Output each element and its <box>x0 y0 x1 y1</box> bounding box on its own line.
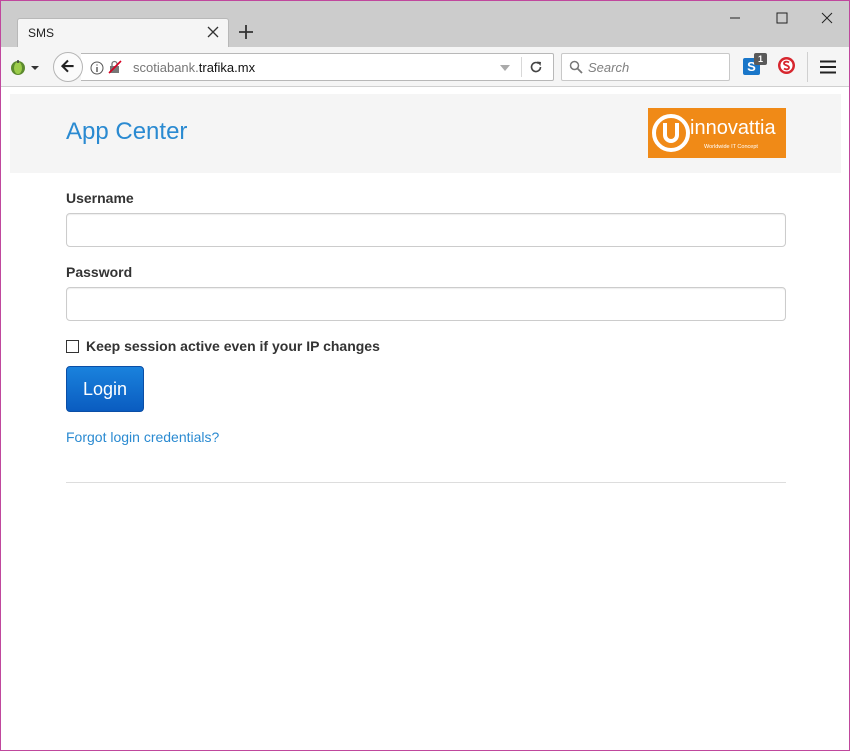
maximize-icon[interactable] <box>771 7 793 29</box>
plus-icon[interactable] <box>237 23 255 41</box>
insecure-lock-icon[interactable] <box>108 60 122 74</box>
extension-button[interactable]: S 1 <box>743 53 769 77</box>
keep-session-row[interactable]: Keep session active even if your IP chan… <box>66 338 466 356</box>
search-placeholder: Search <box>588 60 630 75</box>
browser-window: SMS scotiabank.trafika.mx Search S 1 App… <box>0 0 850 751</box>
reload-icon[interactable] <box>528 59 544 75</box>
divider <box>66 482 786 483</box>
url-prefix: scotiabank. <box>133 60 199 75</box>
close-icon[interactable] <box>206 25 220 39</box>
minimize-icon[interactable] <box>724 7 746 29</box>
keep-session-checkbox[interactable] <box>66 340 79 353</box>
password-input[interactable] <box>66 287 786 321</box>
chevron-down-icon[interactable] <box>499 63 511 73</box>
back-button[interactable] <box>53 52 83 82</box>
tab-sms[interactable]: SMS <box>17 18 229 48</box>
divider <box>807 52 808 82</box>
keep-session-label[interactable]: Keep session active even if your IP chan… <box>86 338 380 354</box>
innovattia-logo: innovattia Worldwide IT Concept <box>648 108 786 158</box>
hamburger-menu-icon[interactable] <box>819 59 837 75</box>
red-extension-icon[interactable] <box>777 56 796 75</box>
divider <box>521 57 522 77</box>
url-host: trafika.mx <box>198 60 256 75</box>
username-label: Username <box>66 190 134 206</box>
search-bar[interactable]: Search <box>561 53 730 81</box>
login-button[interactable]: Login <box>66 366 144 412</box>
innovattia-logo-mark <box>652 114 690 152</box>
back-arrow-icon <box>60 59 74 73</box>
window-close-icon[interactable] <box>816 7 838 29</box>
navigation-toolbar: scotiabank.trafika.mx Search S 1 <box>1 47 849 87</box>
page-title: App Center <box>66 118 188 145</box>
url-bar[interactable]: scotiabank.trafika.mx <box>81 53 554 81</box>
tab-title: SMS <box>28 26 55 40</box>
password-label: Password <box>66 264 133 280</box>
page-content: App Center innovattia Worldwide IT Conce… <box>1 88 849 750</box>
forgot-credentials-link[interactable]: Forgot login credentials? <box>66 429 219 445</box>
search-icon <box>569 60 583 74</box>
info-icon[interactable] <box>90 61 104 75</box>
tab-strip: SMS <box>1 1 849 48</box>
logo-tagline: Worldwide IT Concept <box>704 144 758 150</box>
tor-onion-menu-icon[interactable] <box>9 57 43 77</box>
url-text[interactable]: scotiabank.trafika.mx <box>133 60 255 75</box>
page-header: App Center innovattia Worldwide IT Conce… <box>10 94 841 173</box>
username-input[interactable] <box>66 213 786 247</box>
logo-wordmark: innovattia <box>690 117 776 139</box>
extension-badge: 1 <box>754 53 767 65</box>
